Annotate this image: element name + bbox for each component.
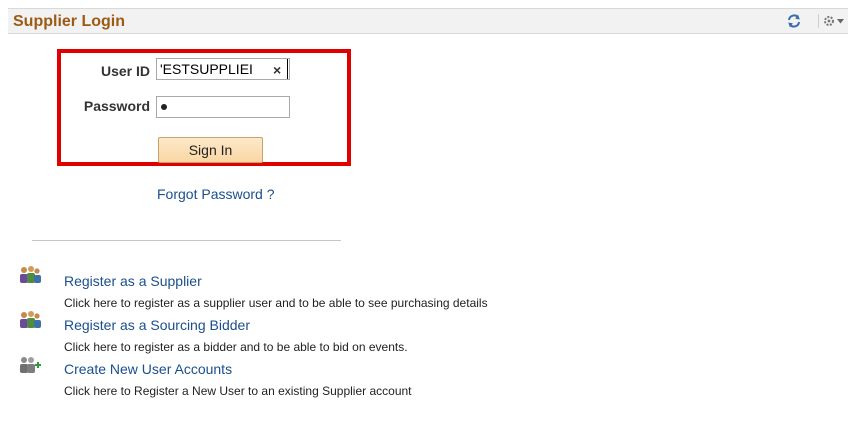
password-mask-dot xyxy=(161,104,167,110)
add-users-icon xyxy=(18,356,42,374)
password-input[interactable] xyxy=(156,96,290,118)
clear-icon[interactable]: × xyxy=(273,61,281,79)
sign-in-button[interactable]: Sign In xyxy=(158,137,263,163)
create-user-accounts-link[interactable]: Create New User Accounts xyxy=(64,361,232,377)
create-user-accounts-description: Click here to Register a New User to an … xyxy=(64,384,412,398)
text-cursor xyxy=(287,59,288,79)
userid-input[interactable]: 'ESTSUPPLIEI xyxy=(156,58,290,80)
refresh-icon[interactable] xyxy=(786,13,802,29)
divider xyxy=(32,240,341,241)
users-icon xyxy=(18,266,42,284)
page-header: Supplier Login xyxy=(8,8,848,34)
users-icon xyxy=(18,311,42,329)
userid-label: User ID xyxy=(100,63,150,79)
forgot-password-link[interactable]: Forgot Password ? xyxy=(157,186,275,202)
gear-icon[interactable] xyxy=(818,14,847,28)
register-supplier-description: Click here to register as a supplier use… xyxy=(64,296,488,310)
register-bidder-description: Click here to register as a bidder and t… xyxy=(64,340,408,354)
register-bidder-link[interactable]: Register as a Sourcing Bidder xyxy=(64,317,250,333)
password-label: Password xyxy=(83,98,150,114)
register-supplier-link[interactable]: Register as a Supplier xyxy=(64,273,202,289)
page-title: Supplier Login xyxy=(13,13,125,30)
